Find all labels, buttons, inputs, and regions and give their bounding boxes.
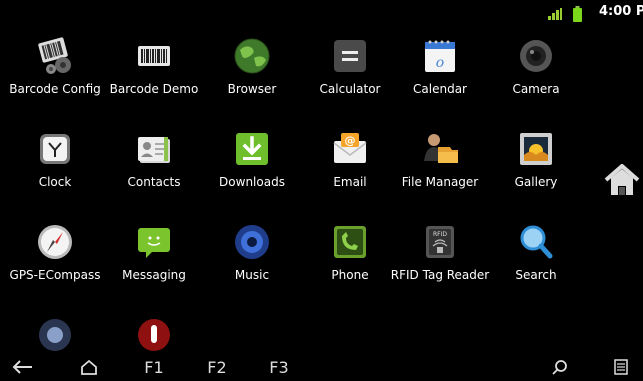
app-gps-ecompass[interactable]: GPS-ECompass	[5, 212, 105, 304]
app-search[interactable]: Search	[486, 212, 586, 304]
app-label: Email	[333, 175, 367, 189]
app-file-manager[interactable]: File Manager	[390, 119, 490, 211]
app-label: Browser	[227, 82, 277, 96]
downloads-icon	[236, 133, 268, 165]
status-clock: 4:00 PM	[599, 4, 643, 19]
app-label: Clock	[38, 175, 72, 189]
gallery-icon	[520, 133, 552, 165]
app-label: Downloads	[219, 175, 285, 189]
app-gallery[interactable]: Gallery	[486, 119, 586, 211]
settings-icon	[39, 319, 71, 351]
app-email[interactable]: @ Email	[300, 119, 400, 211]
menu-button[interactable]	[614, 354, 638, 381]
app-grid: Barcode Config Barcode Demo Browser Calc	[0, 26, 600, 354]
app-label: Contacts	[127, 175, 181, 189]
search-magnifier-icon	[552, 360, 567, 375]
messaging-icon	[138, 228, 170, 258]
app-contacts[interactable]: Contacts	[104, 119, 204, 211]
app-calendar[interactable]: o Calendar	[390, 26, 490, 118]
navigation-bar: F1 F2 F3	[0, 354, 643, 381]
app-label: Messaging	[122, 268, 186, 282]
battery-icon	[573, 6, 582, 22]
voice-recorder-icon	[138, 319, 170, 351]
compass-icon	[38, 225, 72, 259]
music-icon	[235, 225, 269, 259]
rfid-reader-icon: RFID	[426, 226, 454, 258]
browser-globe-icon	[234, 38, 270, 74]
app-label: Calculator	[319, 82, 381, 96]
app-voice-recorder[interactable]	[104, 305, 204, 354]
app-label: Barcode Config	[9, 82, 101, 96]
camera-icon	[520, 40, 552, 72]
svg-text:o: o	[436, 55, 444, 71]
app-label: GPS-ECompass	[9, 268, 101, 282]
home-icon[interactable]	[604, 162, 640, 198]
svg-text:@: @	[345, 134, 356, 147]
app-clock[interactable]: Clock	[5, 119, 105, 211]
app-camera[interactable]: Camera	[486, 26, 586, 118]
app-barcode-config[interactable]: Barcode Config	[5, 26, 105, 118]
back-arrow-icon	[12, 360, 32, 374]
clock-icon	[40, 134, 70, 164]
file-manager-icon	[424, 134, 458, 163]
calendar-icon: o	[425, 40, 455, 72]
barcode-config-icon	[38, 37, 71, 74]
home-outline-icon	[81, 359, 97, 375]
email-icon: @	[333, 133, 367, 163]
app-label: File Manager	[401, 175, 479, 189]
app-label: Gallery	[514, 175, 558, 189]
app-rfid-tag-reader[interactable]: RFID RFID Tag Reader	[390, 212, 490, 304]
phone-icon	[334, 226, 366, 258]
home-button[interactable]	[80, 354, 106, 381]
search-icon	[520, 225, 553, 259]
app-calculator[interactable]: Calculator	[300, 26, 400, 118]
app-downloads[interactable]: Downloads	[202, 119, 302, 211]
app-label: Search	[515, 268, 557, 282]
calculator-icon	[334, 40, 366, 72]
f1-button[interactable]: F1	[136, 354, 172, 381]
f2-button[interactable]: F2	[199, 354, 235, 381]
app-music[interactable]: Music	[202, 212, 302, 304]
app-label: Barcode Demo	[109, 82, 199, 96]
contacts-icon	[138, 137, 170, 163]
signal-strength-icon	[548, 8, 562, 20]
app-messaging[interactable]: Messaging	[104, 212, 204, 304]
back-button[interactable]	[12, 354, 40, 381]
app-settings[interactable]	[5, 305, 105, 354]
app-browser[interactable]: Browser	[202, 26, 302, 118]
app-label: Music	[234, 268, 270, 282]
status-bar: 4:00 PM	[0, 0, 643, 26]
barcode-demo-icon	[138, 46, 170, 66]
menu-icon	[614, 359, 628, 375]
svg-text:RFID: RFID	[433, 231, 447, 238]
search-button[interactable]	[552, 354, 578, 381]
app-label: RFID Tag Reader	[390, 268, 490, 282]
app-label: Phone	[331, 268, 369, 282]
f3-button[interactable]: F3	[261, 354, 297, 381]
app-barcode-demo[interactable]: Barcode Demo	[104, 26, 204, 118]
app-phone[interactable]: Phone	[300, 212, 400, 304]
app-label: Camera	[512, 82, 560, 96]
app-label: Calendar	[413, 82, 467, 96]
